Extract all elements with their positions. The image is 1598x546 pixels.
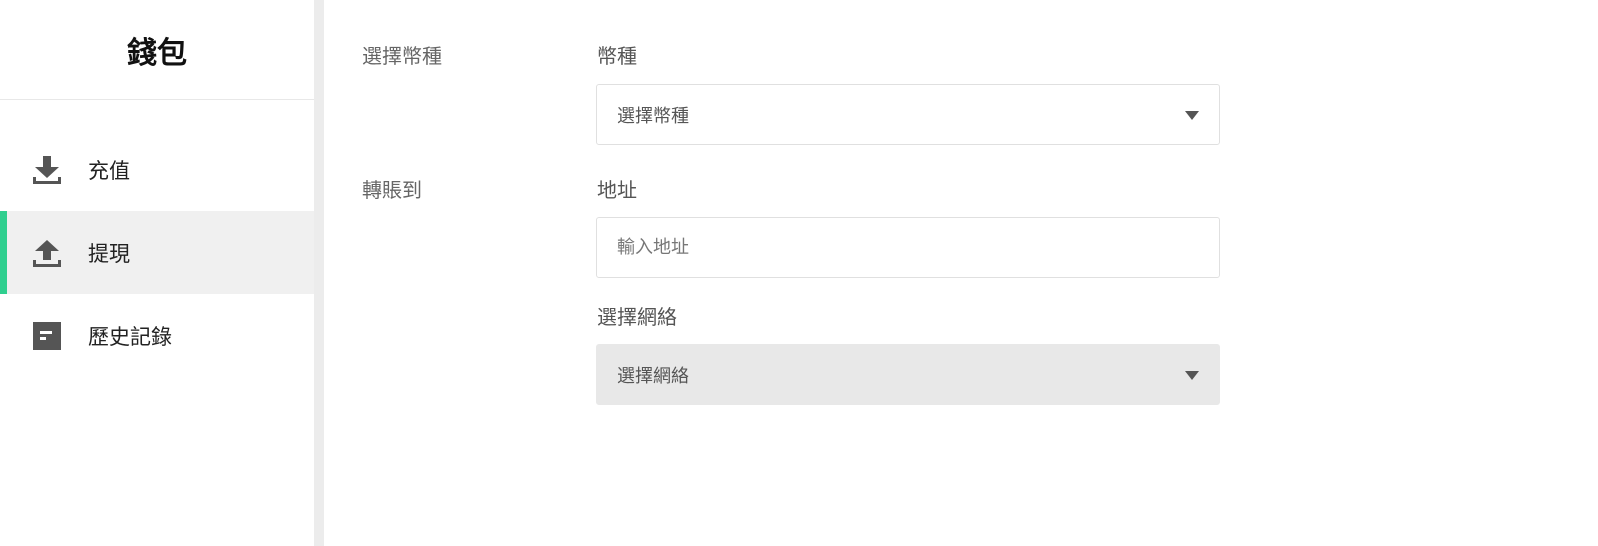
address-field-label: 地址 — [597, 178, 637, 202]
chevron-down-icon — [1185, 111, 1199, 120]
sidebar-item-history[interactable]: 歷史記錄 — [0, 294, 314, 377]
network-select-value: 選擇網絡 — [617, 365, 689, 387]
sidebar-item-label: 歷史記錄 — [88, 324, 172, 349]
sidebar-item-label: 提現 — [88, 241, 130, 266]
sidebar: 錢包 充值 提現 歷史記錄 — [0, 0, 314, 546]
download-icon — [31, 154, 63, 186]
wallet-app: 錢包 充值 提現 歷史記錄 選擇幣種 幣種 選擇幣種 轉賬到 地址 輸入地址 選… — [0, 0, 1598, 546]
upload-icon — [31, 237, 63, 269]
transfer-section-label: 轉賬到 — [362, 178, 422, 202]
sidebar-item-label: 充值 — [88, 158, 130, 183]
network-field-label: 選擇網絡 — [597, 305, 677, 329]
history-icon — [31, 320, 63, 352]
address-input[interactable] — [617, 237, 1199, 258]
sidebar-item-withdraw[interactable]: 提現 — [0, 211, 314, 294]
sidebar-nav: 充值 提現 歷史記錄 — [0, 128, 314, 377]
network-select[interactable]: 選擇網絡 — [596, 344, 1220, 405]
currency-field-label: 幣種 — [597, 44, 637, 68]
withdraw-form: 選擇幣種 幣種 選擇幣種 轉賬到 地址 選擇網絡 選擇網絡 — [324, 0, 1598, 546]
currency-select-value: 選擇幣種 — [617, 105, 689, 127]
sidebar-divider — [314, 0, 324, 546]
chevron-down-icon — [1185, 371, 1199, 380]
address-field[interactable] — [596, 217, 1220, 278]
currency-section-label: 選擇幣種 — [362, 44, 442, 68]
currency-select[interactable]: 選擇幣種 — [596, 84, 1220, 145]
sidebar-item-deposit[interactable]: 充值 — [0, 128, 314, 211]
sidebar-title: 錢包 — [0, 0, 314, 100]
